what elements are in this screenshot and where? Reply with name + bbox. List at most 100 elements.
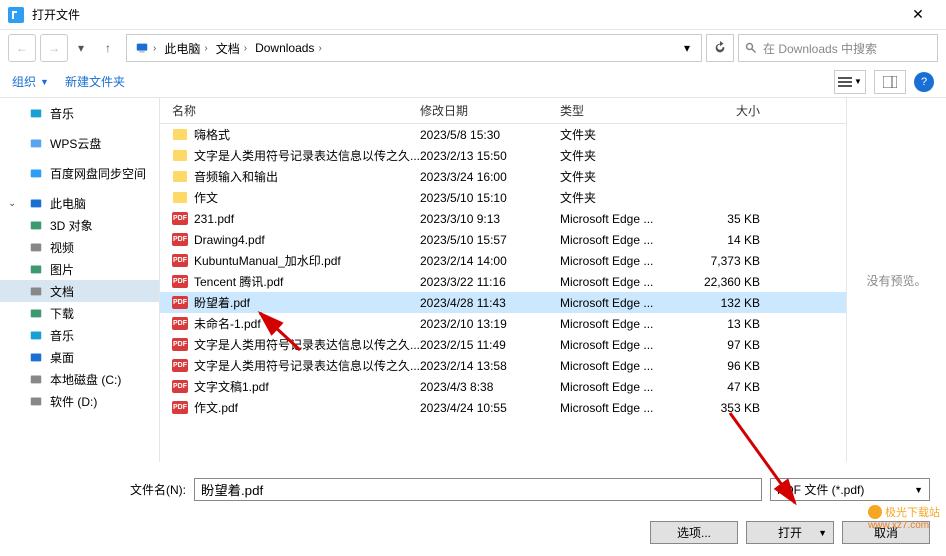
path-root-icon[interactable]: › [131, 35, 160, 61]
forward-button[interactable]: → [40, 34, 68, 62]
new-folder-button[interactable]: 新建文件夹 [65, 73, 125, 90]
file-row[interactable]: PDF盼望着.pdf2023/4/28 11:43Microsoft Edge … [160, 292, 846, 313]
tree-arrow-icon[interactable]: ⌄ [8, 198, 16, 209]
sidebar-item[interactable]: 音乐 [0, 324, 159, 346]
file-list[interactable]: 名称 修改日期 类型 大小 嗨格式2023/5/8 15:30文件夹文字是人类用… [160, 98, 846, 462]
cloud-icon [28, 135, 44, 151]
sidebar-item[interactable]: ⌄ 此电脑 [0, 192, 159, 214]
pc-icon [28, 195, 44, 211]
file-row[interactable]: PDF文字文稿1.pdf2023/4/3 8:38Microsoft Edge … [160, 376, 846, 397]
disk-icon [28, 393, 44, 409]
file-row[interactable]: PDF231.pdf2023/3/10 9:13Microsoft Edge .… [160, 208, 846, 229]
col-type-header[interactable]: 类型 [560, 102, 700, 119]
content-area: 名称 修改日期 类型 大小 嗨格式2023/5/8 15:30文件夹文字是人类用… [160, 98, 946, 462]
pdf-icon: PDF [172, 358, 188, 374]
music-icon [28, 105, 44, 121]
file-size: 132 KB [700, 296, 780, 310]
sidebar-item[interactable]: 本地磁盘 (C:) [0, 368, 159, 390]
file-type: 文件夹 [560, 168, 700, 185]
pdf-icon: PDF [172, 316, 188, 332]
file-type: 文件夹 [560, 126, 700, 143]
file-row[interactable]: PDF文字是人类用符号记录表达信息以传之久...2023/2/14 13:58M… [160, 355, 846, 376]
file-row[interactable]: 文字是人类用符号记录表达信息以传之久...2023/2/13 15:50文件夹 [160, 145, 846, 166]
titlebar: 打开文件 ✕ [0, 0, 946, 30]
view-mode-button[interactable]: ▼ [834, 70, 866, 94]
file-size: 22,360 KB [700, 275, 780, 289]
3d-icon [28, 217, 44, 233]
sidebar-item[interactable]: 3D 对象 [0, 214, 159, 236]
file-date: 2023/3/24 16:00 [420, 170, 560, 184]
file-date: 2023/2/14 13:58 [420, 359, 560, 373]
path-segment[interactable]: 文档› [212, 35, 251, 61]
file-size: 96 KB [700, 359, 780, 373]
path-bar[interactable]: › 此电脑› 文档› Downloads› ▾ [126, 34, 702, 62]
sidebar-item[interactable]: 桌面 [0, 346, 159, 368]
close-button[interactable]: ✕ [898, 0, 938, 30]
preview-pane-button[interactable] [874, 70, 906, 94]
sidebar-item-label: 此电脑 [50, 195, 86, 212]
image-icon [28, 261, 44, 277]
file-row[interactable]: 音频输入和输出 2023/3/24 16:00文件夹 [160, 166, 846, 187]
file-row[interactable]: PDF文字是人类用符号记录表达信息以传之久...2023/2/15 11:49M… [160, 334, 846, 355]
sidebar-item-label: 软件 (D:) [50, 393, 97, 410]
file-name: 文字文稿1.pdf [194, 378, 269, 395]
sidebar-item[interactable]: 百度网盘同步空间 [0, 162, 159, 184]
sidebar-item[interactable]: WPS云盘 [0, 132, 159, 154]
file-type: Microsoft Edge ... [560, 317, 700, 331]
sidebar-item[interactable]: 软件 (D:) [0, 390, 159, 412]
sidebar-item-label: 音乐 [50, 327, 74, 344]
file-row[interactable]: PDFKubuntuManual_加水印.pdf2023/2/14 14:00M… [160, 250, 846, 271]
sidebar-item[interactable]: 音乐 [0, 102, 159, 124]
back-button[interactable]: ← [8, 34, 36, 62]
file-type: Microsoft Edge ... [560, 338, 700, 352]
col-date-header[interactable]: 修改日期 [420, 102, 560, 119]
col-name-header[interactable]: 名称 [160, 102, 420, 119]
file-row[interactable]: PDFDrawing4.pdf2023/5/10 15:57Microsoft … [160, 229, 846, 250]
file-name: 嗨格式 [194, 126, 230, 143]
path-dropdown-icon[interactable]: ▾ [677, 35, 697, 61]
up-button[interactable]: ↑ [94, 34, 122, 62]
file-type: Microsoft Edge ... [560, 380, 700, 394]
desktop-icon [28, 349, 44, 365]
sidebar-item-label: 音乐 [50, 105, 74, 122]
file-name: 音频输入和输出 [194, 168, 278, 185]
file-name: 文字是人类用符号记录表达信息以传之久... [194, 147, 420, 164]
path-segment[interactable]: 此电脑› [160, 35, 211, 61]
toolbar: 组织 ▼ 新建文件夹 ▼ ? [0, 66, 946, 98]
file-date: 2023/2/15 11:49 [420, 338, 560, 352]
sidebar-item[interactable]: 下载 [0, 302, 159, 324]
help-button[interactable]: ? [914, 72, 934, 92]
col-size-header[interactable]: 大小 [700, 102, 780, 119]
filename-input[interactable] [194, 478, 762, 501]
file-row[interactable]: PDF未命名-1.pdf2023/2/10 13:19Microsoft Edg… [160, 313, 846, 334]
sidebar-item-label: 本地磁盘 (C:) [50, 371, 121, 388]
path-segment[interactable]: Downloads› [251, 35, 326, 61]
sidebar-item[interactable]: 视频 [0, 236, 159, 258]
no-preview-label: 没有预览。 [866, 272, 926, 289]
file-date: 2023/5/8 15:30 [420, 128, 560, 142]
download-icon [28, 305, 44, 321]
file-size: 7,373 KB [700, 254, 780, 268]
file-type: Microsoft Edge ... [560, 275, 700, 289]
refresh-button[interactable] [706, 34, 734, 62]
pdf-icon: PDF [172, 232, 188, 248]
column-headers[interactable]: 名称 修改日期 类型 大小 [160, 98, 846, 124]
pdf-icon: PDF [172, 295, 188, 311]
history-chevron-icon[interactable]: ▾ [72, 34, 90, 62]
file-name: 231.pdf [194, 212, 234, 226]
bottom-panel: 文件名(N): PDF 文件 (*.pdf)▼ 选项... 打开▼ 取消 [0, 462, 946, 556]
sidebar-item[interactable]: 图片 [0, 258, 159, 280]
organize-menu[interactable]: 组织 ▼ [12, 73, 49, 90]
file-row[interactable]: 作文2023/5/10 15:10文件夹 [160, 187, 846, 208]
file-type: 文件夹 [560, 189, 700, 206]
file-size: 353 KB [700, 401, 780, 415]
filetype-select[interactable]: PDF 文件 (*.pdf)▼ [770, 478, 930, 501]
file-row[interactable]: PDFTencent 腾讯.pdf2023/3/22 11:16Microsof… [160, 271, 846, 292]
nav-sidebar[interactable]: 音乐WPS云盘百度网盘同步空间⌄此电脑3D 对象视频图片文档下载音乐桌面本地磁盘… [0, 98, 160, 462]
file-row[interactable]: 嗨格式 2023/5/8 15:30文件夹 [160, 124, 846, 145]
sidebar-item[interactable]: 文档 [0, 280, 159, 302]
sidebar-item-label: 3D 对象 [50, 217, 93, 234]
file-row[interactable]: PDF作文.pdf2023/4/24 10:55Microsoft Edge .… [160, 397, 846, 418]
search-input[interactable]: 在 Downloads 中搜索 [738, 34, 938, 62]
file-name: 作文 [194, 189, 218, 206]
